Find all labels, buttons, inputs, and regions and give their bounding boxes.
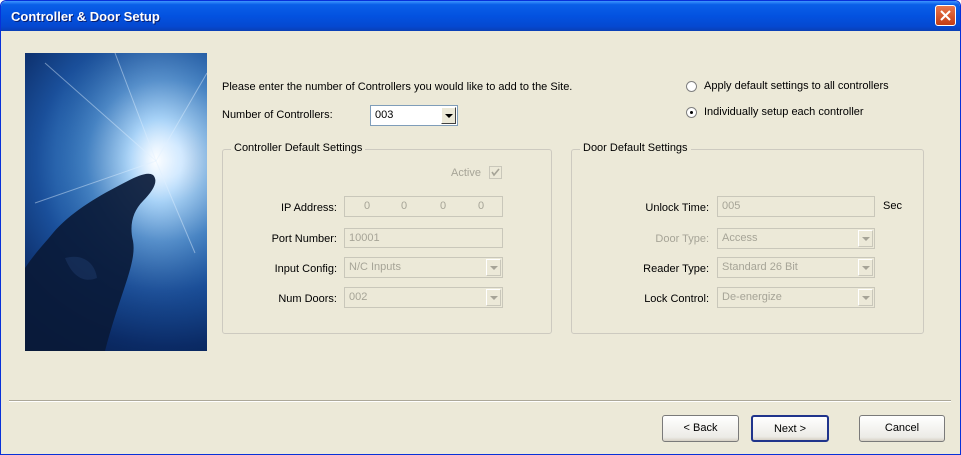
active-checkbox[interactable] [489, 166, 502, 179]
port-number-value: 10001 [349, 232, 380, 244]
input-config-value: N/C Inputs [349, 261, 401, 273]
next-button[interactable]: Next > [751, 415, 829, 442]
chevron-down-icon[interactable] [858, 259, 873, 276]
title-bar[interactable]: Controller & Door Setup [1, 1, 960, 31]
door-type-label: Door Type: [655, 233, 709, 245]
door-type-value: Access [722, 232, 758, 244]
input-config-select[interactable]: N/C Inputs [344, 257, 503, 278]
back-button[interactable]: < Back [662, 415, 739, 442]
chevron-down-icon[interactable] [486, 289, 501, 306]
num-doors-select[interactable]: 002 [344, 287, 503, 308]
ip-octet-4: 0 [477, 200, 485, 212]
lock-control-select[interactable]: De-energize [717, 287, 875, 308]
num-doors-value: 002 [349, 291, 368, 303]
ip-address-label: IP Address: [280, 202, 337, 214]
decorative-hand-image [25, 53, 207, 351]
close-icon [940, 10, 951, 21]
input-config-label: Input Config: [274, 263, 337, 275]
door-type-select[interactable]: Access [717, 228, 875, 249]
radio-individual-setup-indicator[interactable] [686, 107, 697, 118]
active-label: Active [451, 167, 481, 179]
lock-control-value: De-energize [722, 291, 782, 303]
lock-control-label: Lock Control: [644, 293, 709, 305]
instructions-text: Please enter the number of Controllers y… [222, 81, 573, 93]
ip-octet-2: 0 [400, 200, 408, 212]
ip-address-field[interactable]: 0 0 0 0 [344, 196, 503, 217]
reader-type-select[interactable]: Standard 26 Bit [717, 257, 875, 278]
reader-type-value: Standard 26 Bit [722, 261, 798, 273]
port-number-label: Port Number: [271, 233, 337, 245]
radio-individual-setup-label: Individually setup each controller [704, 106, 864, 118]
unlock-time-unit: Sec [883, 200, 902, 212]
num-controllers-label: Number of Controllers: [222, 109, 333, 121]
door-defaults-legend: Door Default Settings [580, 142, 691, 154]
radio-apply-defaults-indicator[interactable] [686, 81, 697, 92]
unlock-time-field[interactable]: 005 [717, 196, 875, 217]
chevron-down-icon[interactable] [486, 259, 501, 276]
ip-octet-1: 0 [363, 200, 371, 212]
num-controllers-select[interactable]: 003 [370, 105, 458, 126]
close-button[interactable] [935, 5, 956, 26]
controller-defaults-legend: Controller Default Settings [231, 142, 366, 154]
radio-apply-defaults-label: Apply default settings to all controller… [704, 80, 889, 92]
unlock-time-value: 005 [722, 200, 741, 212]
setup-dialog: Controller & Door Setup Please enter the… [0, 0, 961, 455]
checkmark-icon [491, 168, 500, 177]
chevron-down-icon[interactable] [858, 289, 873, 306]
ip-octet-3: 0 [439, 200, 447, 212]
footer-divider [9, 400, 951, 402]
reader-type-label: Reader Type: [643, 263, 709, 275]
chevron-down-icon[interactable] [441, 107, 456, 124]
window-title: Controller & Door Setup [11, 9, 160, 24]
num-controllers-value: 003 [375, 109, 394, 121]
chevron-down-icon[interactable] [858, 230, 873, 247]
cancel-button[interactable]: Cancel [859, 415, 945, 442]
unlock-time-label: Unlock Time: [645, 202, 709, 214]
num-doors-label: Num Doors: [278, 293, 337, 305]
port-number-field[interactable]: 10001 [344, 228, 503, 248]
